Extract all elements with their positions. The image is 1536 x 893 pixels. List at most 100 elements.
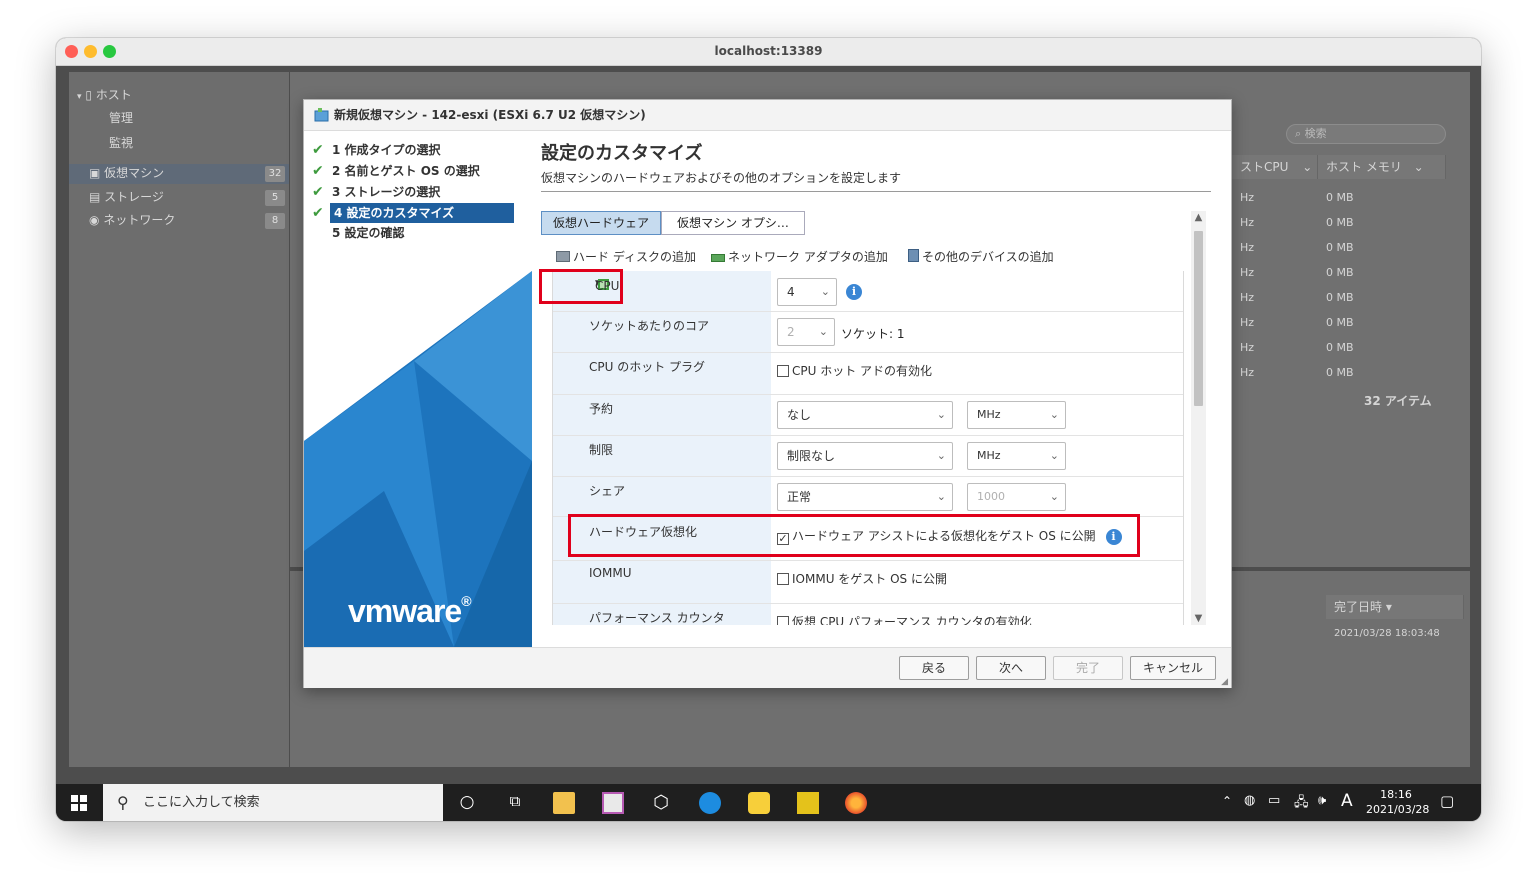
wizard-step-1[interactable]: ✔ 1 作成タイプの選択	[312, 140, 514, 160]
annotation-box-cpu	[539, 269, 623, 304]
task-completed-time: 2021/03/28 18:03:48	[1334, 628, 1440, 639]
column-header-cpu[interactable]: ストCPU ⌄	[1232, 155, 1318, 179]
window-title: localhost:13389	[714, 44, 823, 58]
item-count: 32 アイテム	[1364, 394, 1432, 408]
checkmark-icon: ✔	[312, 205, 324, 221]
nav-vms[interactable]: ▣ 仮想マシン 32	[69, 164, 289, 184]
chevron-up-icon[interactable]: ▲	[1191, 212, 1206, 223]
add-hard-disk-button[interactable]: ハード ディスクの追加	[556, 248, 696, 265]
file-explorer-icon[interactable]	[553, 792, 575, 814]
cortana-icon[interactable]: ○	[456, 792, 478, 814]
limit-unit-select[interactable]: MHz ⌄	[967, 442, 1066, 470]
chevron-down-icon: ⌄	[1049, 449, 1059, 462]
annotation-box-hardware-virtualization	[568, 514, 1140, 557]
nav-storage[interactable]: ▤ ストレージ 5	[69, 188, 289, 208]
page-title: 設定のカスタマイズ	[541, 143, 703, 164]
chevron-down-icon: ⌄	[1049, 408, 1059, 421]
remote-desktop-icon[interactable]	[699, 792, 721, 814]
back-button[interactable]: 戻る	[899, 656, 969, 680]
chevron-down-icon: ⌄	[1049, 490, 1059, 503]
next-button[interactable]: 次へ	[976, 656, 1046, 680]
column-header-memory[interactable]: ホスト メモリ ⌄	[1318, 155, 1446, 179]
checkbox-unchecked-icon	[777, 573, 789, 585]
resize-grip-icon[interactable]: ◢	[1221, 677, 1228, 687]
cores-per-socket-row: ソケットあたりのコア 2 ⌄ ソケット: 1	[553, 312, 1183, 353]
wizard-step-label: 4 設定のカスタマイズ	[330, 203, 514, 223]
chevron-down-icon: ⌄	[1413, 160, 1424, 174]
sockets-count: ソケット: 1	[841, 327, 905, 341]
shares-select[interactable]: 正常 ⌄	[777, 483, 953, 511]
terminal-app-icon[interactable]	[797, 792, 819, 814]
grid-cell-cpu: Hz	[1240, 216, 1255, 229]
nav-manage[interactable]: 管理	[109, 109, 319, 129]
column-header-completed[interactable]: 完了日時 ▾	[1326, 595, 1464, 619]
divider	[541, 191, 1211, 192]
search-input[interactable]: ⌕ 検索	[1286, 124, 1446, 144]
shares-value-select[interactable]: 1000 ⌄	[967, 483, 1066, 511]
settings-scrollbar[interactable]: ▲ ▼	[1191, 211, 1206, 625]
network-icon: ◉	[89, 213, 100, 227]
customize-settings-panel: 設定のカスタマイズ 仮想マシンのハードウェアおよびその他のオプションを設定します…	[532, 131, 1232, 647]
storage-count-badge: 5	[265, 190, 285, 206]
chevron-down-icon[interactable]: ▼	[1191, 613, 1206, 624]
wizard-step-5[interactable]: 5 設定の確認	[312, 223, 514, 243]
ime-indicator[interactable]: A	[1341, 791, 1353, 811]
nav-host[interactable]: ▾ ▯ ホスト	[77, 86, 287, 106]
scrollbar-thumb[interactable]	[1194, 231, 1203, 406]
virtualbox-icon[interactable]: ⬡	[650, 792, 672, 814]
grid-cell-memory: 0 MB	[1326, 191, 1354, 204]
tray-app-icon[interactable]: ◍	[1244, 793, 1255, 808]
nav-network[interactable]: ◉ ネットワーク 8	[69, 211, 289, 231]
host-icon: ▯	[85, 88, 92, 102]
tab-vm-options[interactable]: 仮想マシン オプシ…	[661, 211, 805, 235]
volume-icon[interactable]: 🕪	[1318, 793, 1326, 808]
enable-perf-counters-checkbox[interactable]: 仮想 CPU パフォーマンス カウンタの有効化	[777, 613, 1032, 625]
chevron-down-icon: ⌄	[818, 325, 828, 338]
finish-button[interactable]: 完了	[1053, 656, 1123, 680]
taskbar-search-input[interactable]: ⚲ ここに入力して検索	[103, 784, 443, 821]
iommu-label: IOMMU	[589, 566, 632, 580]
reservation-select[interactable]: なし ⌄	[777, 401, 953, 429]
navigator-pane: ▾ ▯ ホスト 管理 監視 ▣ 仮想マシン 32 ▤ ストレージ 5 ◉ ネット…	[69, 72, 289, 767]
task-view-icon[interactable]: ⧉	[504, 792, 526, 814]
performance-counters-row: パフォーマンス カウンタ 仮想 CPU パフォーマンス カウンタの有効化	[553, 604, 1183, 625]
cancel-button[interactable]: キャンセル	[1130, 656, 1216, 680]
expose-iommu-checkbox[interactable]: IOMMU をゲスト OS に公開	[777, 570, 947, 587]
nav-monitor[interactable]: 監視	[109, 134, 319, 154]
sticky-app-icon[interactable]	[748, 792, 770, 814]
show-hidden-icons[interactable]: ⌃	[1222, 794, 1232, 808]
wizard-step-label: 2 名前とゲスト OS の選択	[332, 164, 480, 178]
add-other-device-button[interactable]: その他のデバイスの追加	[908, 248, 1054, 265]
hard-disk-icon	[556, 251, 570, 262]
wizard-step-2[interactable]: ✔ 2 名前とゲスト OS の選択	[312, 161, 514, 181]
info-icon[interactable]: i	[846, 284, 862, 300]
wizard-step-label: 1 作成タイプの選択	[332, 143, 441, 157]
clock[interactable]: 18:16 2021/03/28	[1366, 787, 1429, 817]
page-subtitle: 仮想マシンのハードウェアおよびその他のオプションを設定します	[541, 171, 902, 185]
wizard-step-4[interactable]: ✔ 4 設定のカスタマイズ	[312, 203, 514, 223]
virtual-hardware-table: ▼ CPU 4⌄ i ソケットあたりのコア 2⌄	[552, 271, 1184, 625]
notification-center-icon[interactable]: ▢	[1440, 792, 1454, 810]
cpu-hot-add-checkbox[interactable]: CPU ホット アドの有効化	[777, 362, 932, 379]
reservation-unit-select[interactable]: MHz ⌄	[967, 401, 1066, 429]
shares-row: シェア 正常 ⌄ 1000 ⌄	[553, 477, 1183, 517]
grid-cell-memory: 0 MB	[1326, 366, 1354, 379]
cpu-count-select[interactable]: 4 ⌄	[777, 278, 837, 306]
limit-select[interactable]: 制限なし ⌄	[777, 442, 953, 470]
dialog-title: 新規仮想マシン - 142-esxi (ESXi 6.7 U2 仮想マシン)	[334, 108, 646, 122]
grid-cell-cpu: Hz	[1240, 266, 1255, 279]
reservation-row: 予約 なし ⌄ MHz ⌄	[553, 395, 1183, 436]
cores-per-socket-select[interactable]: 2 ⌄	[777, 318, 835, 346]
windows-start-icon[interactable]	[71, 795, 87, 811]
firefox-icon[interactable]	[845, 792, 867, 814]
tab-virtual-hardware[interactable]: 仮想ハードウェア	[541, 211, 661, 235]
add-network-adapter-button[interactable]: ネットワーク アダプタの追加	[711, 248, 888, 265]
notepad-icon[interactable]	[602, 792, 624, 814]
storage-icon: ▤	[89, 190, 101, 204]
wizard-step-3[interactable]: ✔ 3 ストレージの選択	[312, 182, 514, 202]
network-status-icon[interactable]: 🖧	[1294, 793, 1309, 815]
reservation-label: 予約	[589, 402, 614, 416]
battery-icon[interactable]: ▭	[1268, 793, 1280, 808]
grid-cell-cpu: Hz	[1240, 316, 1255, 329]
dialog-title-bar: 新規仮想マシン - 142-esxi (ESXi 6.7 U2 仮想マシン)	[304, 100, 1231, 131]
